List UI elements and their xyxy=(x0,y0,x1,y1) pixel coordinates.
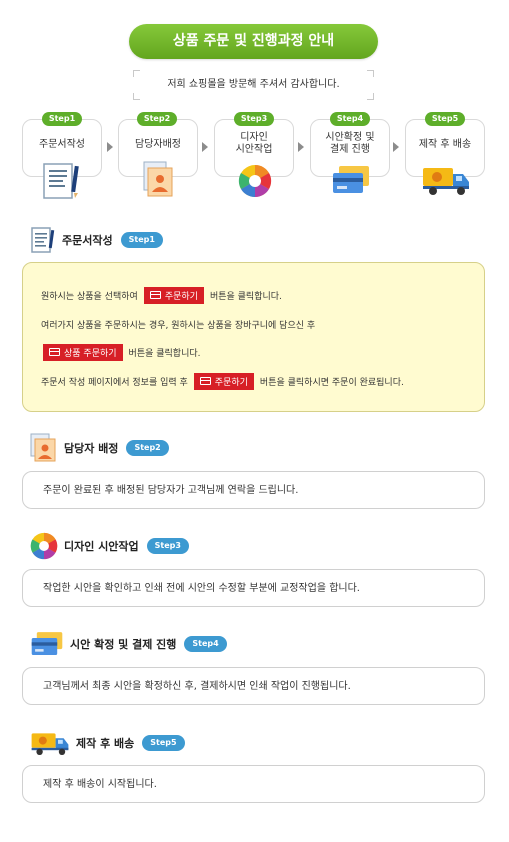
corner-decoration xyxy=(133,93,140,100)
order-button[interactable]: 주문하기 xyxy=(193,372,254,390)
manager-description: 주문이 완료된 후 배정된 담당자가 고객님께 연락을 드립니다. xyxy=(22,471,485,509)
arrow-right-icon xyxy=(393,142,399,152)
instruction-text: 버튼을 클릭하시면 주문이 완료됩니다. xyxy=(259,377,404,388)
corner-decoration xyxy=(367,93,374,100)
step-badge: Step3 xyxy=(146,538,189,554)
step1-label: 주문서작성 xyxy=(39,139,85,150)
order-form-instructions: 원하시는 상품을 선택하여 주문하기 버튼을 클릭합니다. 여러가지 상품을 주… xyxy=(22,262,485,412)
instruction-text: 버튼을 클릭합니다. xyxy=(128,348,201,359)
instruction-line-1: 원하시는 상품을 선택하여 주문하기 버튼을 클릭합니다. xyxy=(41,286,282,304)
instruction-line-4: 주문서 작성 페이지에서 정보를 입력 후 주문하기 버튼을 클릭하시면 주문이… xyxy=(41,372,404,390)
delivery-description: 제작 후 배송이 시작됩니다. xyxy=(22,765,485,803)
welcome-text: 저희 쇼핑몰을 방문해 주셔서 감사합니다. xyxy=(167,79,340,90)
step4-label-line2: 결제 진행 xyxy=(330,144,370,155)
manager-icon xyxy=(30,433,56,462)
manager-icon xyxy=(143,161,173,197)
section-title: 주문서작성 xyxy=(62,234,113,247)
section-payment-header: 시안 확정 및 결제 진행 Step4 xyxy=(30,629,227,659)
instruction-text: 버튼을 클릭합니다. xyxy=(209,291,282,302)
step-badge: Step1 xyxy=(120,232,163,248)
payment-card-icon xyxy=(333,166,369,193)
card-icon xyxy=(199,377,211,385)
welcome-message: 저희 쇼핑몰을 방문해 주셔서 감사합니다. xyxy=(133,70,374,100)
step3-label-line1: 디자인 xyxy=(240,132,268,143)
step5-label: 제작 후 배송 xyxy=(418,139,472,150)
section-design-header: 디자인 시안작업 Step3 xyxy=(30,531,189,561)
instruction-text: 주문서 작성 페이지에서 정보를 입력 후 xyxy=(41,377,188,388)
instruction-text: 여러가지 상품을 주문하시는 경우, 원하시는 상품을 장바구니에 담으신 후 xyxy=(41,320,316,331)
step4-label-line1: 시안확정 및 xyxy=(325,132,375,143)
section-order-form-header: 주문서작성 Step1 xyxy=(30,225,163,255)
step2-pill: Step2 xyxy=(137,112,177,126)
section-delivery-header: 제작 후 배송 Step5 xyxy=(30,728,185,758)
payment-card-icon xyxy=(31,632,63,656)
page-title: 상품 주문 및 진행과정 안내 xyxy=(129,24,378,59)
step-badge: Step5 xyxy=(142,735,185,751)
payment-description: 고객님께서 최종 시안을 확정하신 후, 결제하시면 인쇄 작업이 진행됩니다. xyxy=(22,667,485,705)
step3-pill: Step3 xyxy=(234,112,274,126)
section-title: 디자인 시안작업 xyxy=(64,540,139,553)
product-order-button-label: 상품 주문하기 xyxy=(64,348,117,359)
product-order-button[interactable]: 상품 주문하기 xyxy=(43,343,123,361)
section-title: 제작 후 배송 xyxy=(76,737,135,750)
step5-pill: Step5 xyxy=(425,112,465,126)
step3-label-line2: 시안작업 xyxy=(235,144,273,155)
order-button[interactable]: 주문하기 xyxy=(143,286,204,304)
card-icon xyxy=(149,291,161,299)
arrow-right-icon xyxy=(107,142,113,152)
arrow-right-icon xyxy=(298,142,304,152)
design-description: 작업한 시안을 확인하고 인쇄 전에 시안의 수정할 부분에 교정작업을 합니다… xyxy=(22,569,485,607)
section-title: 담당자 배정 xyxy=(64,442,119,455)
step1-pill: Step1 xyxy=(42,112,82,126)
delivery-truck-icon xyxy=(423,168,469,195)
instruction-line-3: 상품 주문하기 버튼을 클릭합니다. xyxy=(41,343,201,361)
step2-label: 담당자배정 xyxy=(135,139,181,150)
delivery-truck-icon xyxy=(31,733,69,755)
step4-pill: Step4 xyxy=(330,112,370,126)
instruction-text: 원하시는 상품을 선택하여 xyxy=(41,291,138,302)
corner-decoration xyxy=(367,70,374,77)
card-icon xyxy=(49,348,60,356)
corner-decoration xyxy=(133,70,140,77)
color-wheel-icon xyxy=(238,164,272,198)
order-form-icon xyxy=(31,227,55,253)
arrow-right-icon xyxy=(202,142,208,152)
color-wheel-icon xyxy=(30,532,58,560)
instruction-line-2: 여러가지 상품을 주문하시는 경우, 원하시는 상품을 장바구니에 담으신 후 xyxy=(41,315,315,333)
step-badge: Step4 xyxy=(184,636,227,652)
order-form-icon xyxy=(43,163,79,199)
step-badge: Step2 xyxy=(126,440,169,456)
order-button-label: 주문하기 xyxy=(164,291,198,302)
section-title: 시안 확정 및 결제 진행 xyxy=(70,638,177,651)
order-button-label: 주문하기 xyxy=(214,377,248,388)
section-manager-header: 담당자 배정 Step2 xyxy=(30,433,169,463)
